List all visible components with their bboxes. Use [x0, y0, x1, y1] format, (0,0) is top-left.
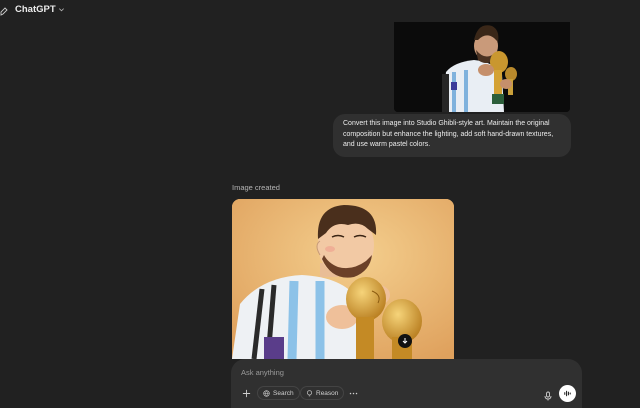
top-bar: ChatGPT [0, 0, 640, 20]
chevron-down-icon [58, 8, 64, 12]
app-title: ChatGPT [15, 4, 56, 15]
search-label: Search [273, 389, 294, 397]
message-input[interactable] [241, 366, 541, 378]
new-chat-icon[interactable] [0, 4, 8, 16]
user-message: Convert this image into Studio Ghibli-st… [333, 114, 571, 157]
search-button[interactable]: Search [257, 386, 300, 400]
dictate-button[interactable] [543, 388, 553, 401]
user-uploaded-image[interactable] [394, 22, 570, 112]
download-button[interactable] [398, 334, 412, 348]
globe-icon [263, 389, 270, 397]
mic-icon [544, 391, 552, 401]
generated-image[interactable] [232, 199, 454, 359]
attach-button[interactable] [240, 387, 252, 399]
voice-mode-icon [564, 390, 571, 397]
model-selector[interactable]: ChatGPT [15, 4, 65, 15]
more-tools-button[interactable] [347, 387, 359, 399]
plus-icon [242, 389, 250, 397]
message-composer: Search Reason [231, 359, 582, 408]
voice-mode-button[interactable] [559, 385, 576, 402]
reason-button[interactable]: Reason [300, 386, 345, 400]
reason-label: Reason [316, 389, 339, 397]
more-icon [349, 392, 357, 394]
image-created-label: Image created [232, 183, 280, 192]
download-icon [402, 338, 408, 344]
lightbulb-icon [307, 389, 312, 396]
